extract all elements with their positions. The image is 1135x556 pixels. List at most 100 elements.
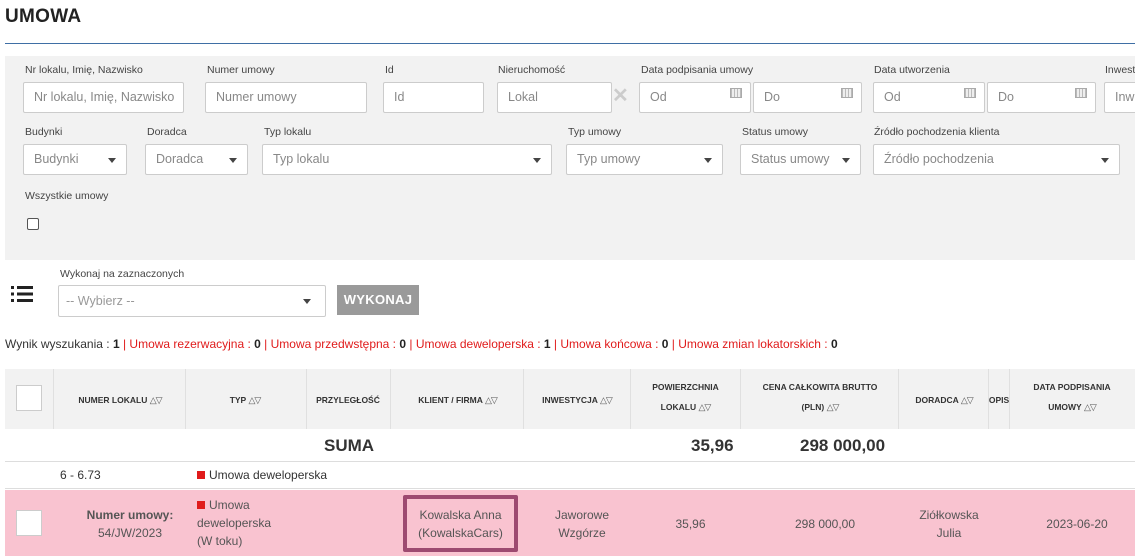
investment-input[interactable]: Inw: [1104, 82, 1135, 113]
filters-panel: Nr lokalu, Imię, Nazwisko Nr lokalu, Imi…: [5, 56, 1135, 260]
preliminary-label: Umowa przedwstępna :: [270, 337, 400, 351]
select-all-checkbox[interactable]: [16, 385, 42, 411]
advisor-label: Doradca: [147, 126, 187, 138]
sort-icon[interactable]: △▽: [248, 395, 261, 405]
page-title: UMOWA: [5, 6, 82, 27]
contract-type-value: Typ umowy: [577, 152, 641, 166]
col-area-label-2: LOKALU: [660, 402, 697, 412]
all-contracts-checkbox[interactable]: [27, 218, 39, 230]
totals-row: SUMA 35,96 298 000,00: [5, 430, 1135, 462]
col-price[interactable]: CENA CAŁKOWITA BRUTTO (PLN) △▽: [744, 380, 896, 414]
property-input[interactable]: Lokal: [497, 82, 612, 113]
contract-type-select[interactable]: Typ umowy: [566, 144, 723, 175]
reservation-count: 0: [254, 337, 261, 351]
chevron-down-icon: [108, 158, 116, 163]
row-checkbox[interactable]: [16, 510, 42, 536]
group-type-label: Umowa deweloperska: [209, 468, 328, 482]
id-input[interactable]: Id: [383, 82, 484, 113]
sort-icon[interactable]: △▽: [600, 395, 613, 405]
sort-icon[interactable]: △▽: [827, 402, 840, 412]
status-select[interactable]: Status umowy: [740, 144, 861, 175]
lot-type-label: Typ lokalu: [264, 126, 312, 138]
bulk-action-value: -- Wybierz --: [66, 294, 135, 308]
developer-count: 1: [543, 337, 551, 351]
signed-to-input[interactable]: Do: [753, 82, 862, 113]
col-advisor-label: DORADCA: [915, 395, 959, 405]
column-divider: [898, 369, 899, 429]
summary-separator: |: [406, 337, 416, 351]
chevron-down-icon: [704, 158, 712, 163]
col-price-label-2: (PLN): [801, 402, 825, 412]
chevron-down-icon: [1101, 158, 1109, 163]
table-row[interactable]: Numer umowy: 54/JW/2023 Umowa dewelopers…: [5, 490, 1135, 556]
col-type-label: TYP: [229, 395, 247, 405]
col-advisor[interactable]: DORADCA △▽: [900, 393, 988, 407]
lot-search-label: Nr lokalu, Imię, Nazwisko: [25, 64, 143, 76]
created-from-input[interactable]: Od: [873, 82, 985, 113]
lot-type-select[interactable]: Typ lokalu: [262, 144, 552, 175]
client-source-value: Źródło pochodzenia: [884, 152, 994, 166]
col-lot-number[interactable]: NUMER LOKALU △▽: [60, 393, 180, 407]
group-lot-range: 6 - 6.73: [60, 468, 101, 482]
created-to-input[interactable]: Do: [987, 82, 1096, 113]
signed-from-input[interactable]: Od: [639, 82, 751, 113]
calendar-icon[interactable]: [841, 88, 853, 98]
sort-icon[interactable]: △▽: [1084, 402, 1097, 412]
client-source-select[interactable]: Źródło pochodzenia: [873, 144, 1120, 175]
col-investment[interactable]: INWESTYCJA △▽: [526, 393, 628, 407]
row-investment-2: Wzgórze: [558, 526, 606, 540]
calendar-icon[interactable]: [964, 88, 976, 98]
sort-icon[interactable]: △▽: [485, 395, 498, 405]
group-type: Umowa deweloperska: [197, 468, 327, 482]
col-sign-date[interactable]: DATA PODPISANIA UMOWY △▽: [1012, 380, 1132, 414]
totals-area: 35,96: [691, 436, 734, 455]
column-divider: [306, 369, 307, 429]
clear-property-icon[interactable]: ✕: [612, 86, 629, 106]
col-adjacency: PRZYLEGŁOŚĆ: [316, 395, 380, 405]
tenant-change-count: 0: [830, 337, 838, 351]
title-divider: [5, 43, 1135, 44]
property-label: Nieruchomość: [498, 64, 566, 76]
col-price-label-1: CENA CAŁKOWITA BRUTTO: [762, 382, 878, 392]
column-divider: [630, 369, 631, 429]
status-square-icon: [197, 471, 205, 479]
chevron-down-icon: [533, 158, 541, 163]
summary-separator: |: [550, 337, 561, 351]
advisor-select[interactable]: Doradca: [145, 144, 248, 175]
buildings-select[interactable]: Budynki: [23, 144, 127, 175]
row-type: Umowa: [197, 497, 250, 513]
tenant-change-label: Umowa zmian lokatorskich :: [678, 337, 831, 351]
sort-icon[interactable]: △▽: [150, 395, 163, 405]
column-divider: [523, 369, 524, 429]
results-label: Wynik wyszukania :: [5, 337, 113, 351]
reservation-label: Umowa rezerwacyjna :: [129, 337, 255, 351]
sort-icon[interactable]: △▽: [961, 395, 974, 405]
chevron-down-icon: [303, 299, 311, 304]
bulk-action-select[interactable]: -- Wybierz --: [58, 285, 326, 317]
lot-search-input[interactable]: Nr lokalu, Imię, Nazwisko: [23, 82, 184, 113]
contract-number-label: Numer umowy: [207, 64, 275, 76]
col-investment-label: INWESTYCJA: [542, 395, 598, 405]
list-icon[interactable]: [11, 284, 33, 304]
status-label: Status umowy: [742, 126, 808, 138]
run-button[interactable]: WYKONAJ: [337, 285, 419, 315]
contract-number-input[interactable]: Numer umowy: [205, 82, 367, 113]
summary-separator: |: [119, 337, 130, 351]
col-client[interactable]: KLIENT / FIRMA △▽: [395, 393, 520, 407]
totals-label: SUMA: [324, 436, 375, 455]
row-contract-number[interactable]: 54/JW/2023: [75, 525, 185, 541]
row-advisor-1: Ziółkowska: [919, 508, 979, 522]
row-area: 35,96: [675, 517, 706, 531]
summary-separator: |: [668, 337, 679, 351]
row-investment-1: Jaworowe: [554, 508, 610, 522]
created-from-placeholder: Od: [884, 90, 901, 104]
col-type[interactable]: TYP △▽: [190, 393, 300, 407]
signed-to-placeholder: Do: [764, 90, 780, 104]
calendar-icon[interactable]: [730, 88, 742, 98]
row-advisor-2: Julia: [936, 526, 962, 540]
col-area[interactable]: POWIERZCHNIA LOKALU △▽: [633, 380, 738, 414]
col-area-label-1: POWIERZCHNIA: [652, 382, 719, 392]
created-to-placeholder: Do: [998, 90, 1014, 104]
calendar-icon[interactable]: [1075, 88, 1087, 98]
sort-icon[interactable]: △▽: [698, 402, 711, 412]
